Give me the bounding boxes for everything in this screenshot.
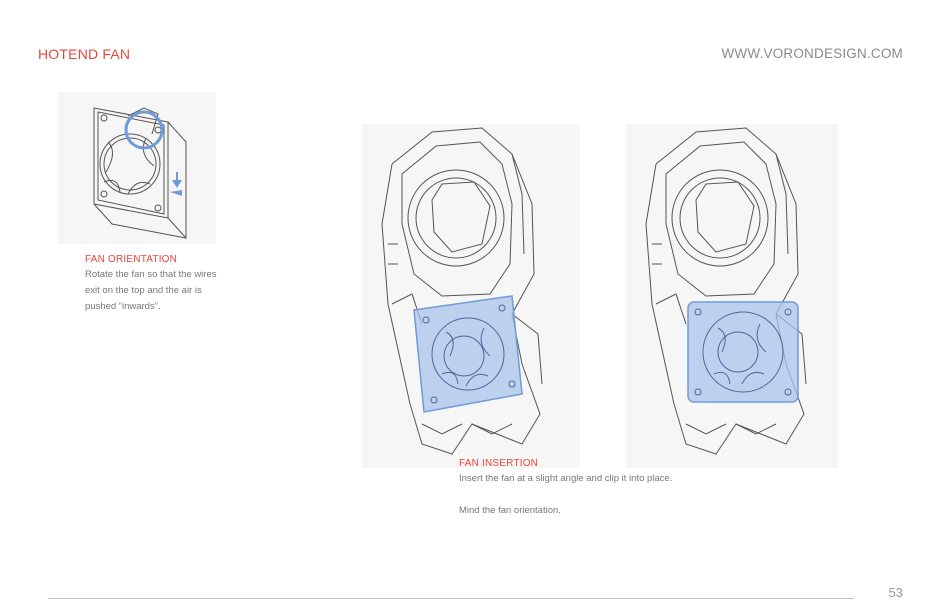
fan-orientation-body: Rotate the fan so that the wires exit on… bbox=[85, 267, 217, 315]
fan-orientation-line: Rotate the fan so that the wires bbox=[85, 269, 217, 280]
fan-insertion-spacer bbox=[459, 487, 672, 503]
fan-orientation-line: exit on the top and the air is bbox=[85, 285, 202, 296]
fan-insertion-placed-illustration bbox=[626, 124, 838, 468]
fan-insertion-angled-illustration bbox=[362, 124, 580, 468]
footer-divider bbox=[48, 598, 854, 599]
fan-insertion-body: Insert the fan at a slight angle and cli… bbox=[459, 471, 672, 519]
fan-highlight bbox=[687, 301, 799, 403]
section-title: HOTEND FAN bbox=[38, 46, 131, 62]
fan-insertion-title: FAN INSERTION bbox=[459, 458, 539, 469]
fan-highlight bbox=[413, 295, 523, 413]
fan-orientation-illustration bbox=[58, 92, 216, 244]
page-number: 53 bbox=[888, 585, 903, 600]
fan-orientation-title: FAN ORIENTATION bbox=[85, 254, 178, 265]
website-url: WWW.VORONDESIGN.COM bbox=[721, 46, 903, 61]
fan-insertion-line: Mind the fan orientation. bbox=[459, 505, 561, 516]
fan-insertion-line: Insert the fan at a slight angle and cli… bbox=[459, 473, 673, 484]
fan-orientation-line: pushed “inwards”. bbox=[85, 301, 161, 312]
airflow-arrow-icon bbox=[170, 172, 182, 196]
